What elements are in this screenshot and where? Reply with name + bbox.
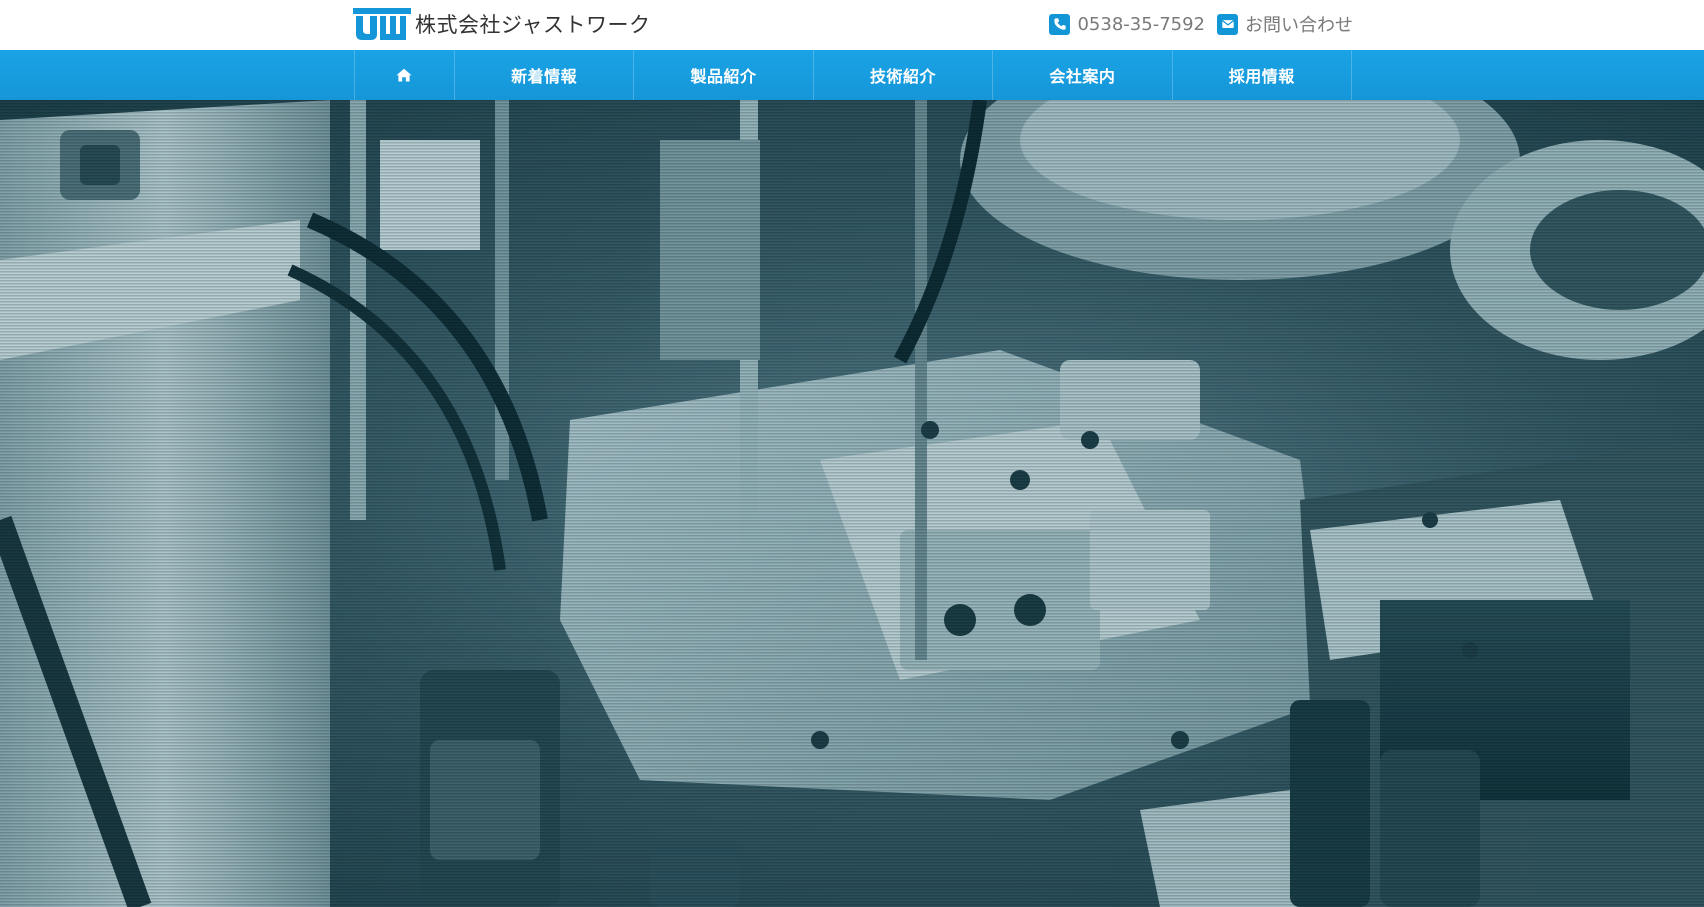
main-navigation-bar: 新着情報 製品紹介 技術紹介 会社案内 採用情報 [0, 50, 1704, 100]
jw-logo-mark [353, 8, 411, 40]
nav-home[interactable] [355, 50, 455, 100]
main-nav: 新着情報 製品紹介 技術紹介 会社案内 採用情報 [354, 50, 1353, 100]
envelope-icon [1217, 13, 1238, 35]
nav-recruit[interactable]: 採用情報 [1173, 50, 1353, 100]
contact-label: お問い合わせ [1245, 15, 1353, 36]
header-contact: 0538-35-7592 お問い合わせ [1049, 10, 1353, 38]
site-logo[interactable]: 株式会社ジャストワーク [353, 8, 650, 40]
nav-technology[interactable]: 技術紹介 [814, 50, 994, 100]
factory-machinery-photo [0, 100, 1704, 907]
phone-icon [1049, 13, 1071, 35]
contact-link[interactable]: お問い合わせ [1217, 11, 1353, 37]
phone-link[interactable]: 0538-35-7592 [1049, 13, 1205, 35]
nav-products[interactable]: 製品紹介 [634, 50, 814, 100]
nav-news[interactable]: 新着情報 [455, 50, 635, 100]
company-name: 株式会社ジャストワーク [415, 13, 651, 37]
phone-number: 0538-35-7592 [1077, 13, 1205, 35]
hero-banner [0, 100, 1704, 907]
site-header: 株式会社ジャストワーク 0538-35-7592 お問い合わせ [0, 0, 1704, 50]
home-icon [396, 68, 412, 82]
nav-company[interactable]: 会社案内 [993, 50, 1173, 100]
